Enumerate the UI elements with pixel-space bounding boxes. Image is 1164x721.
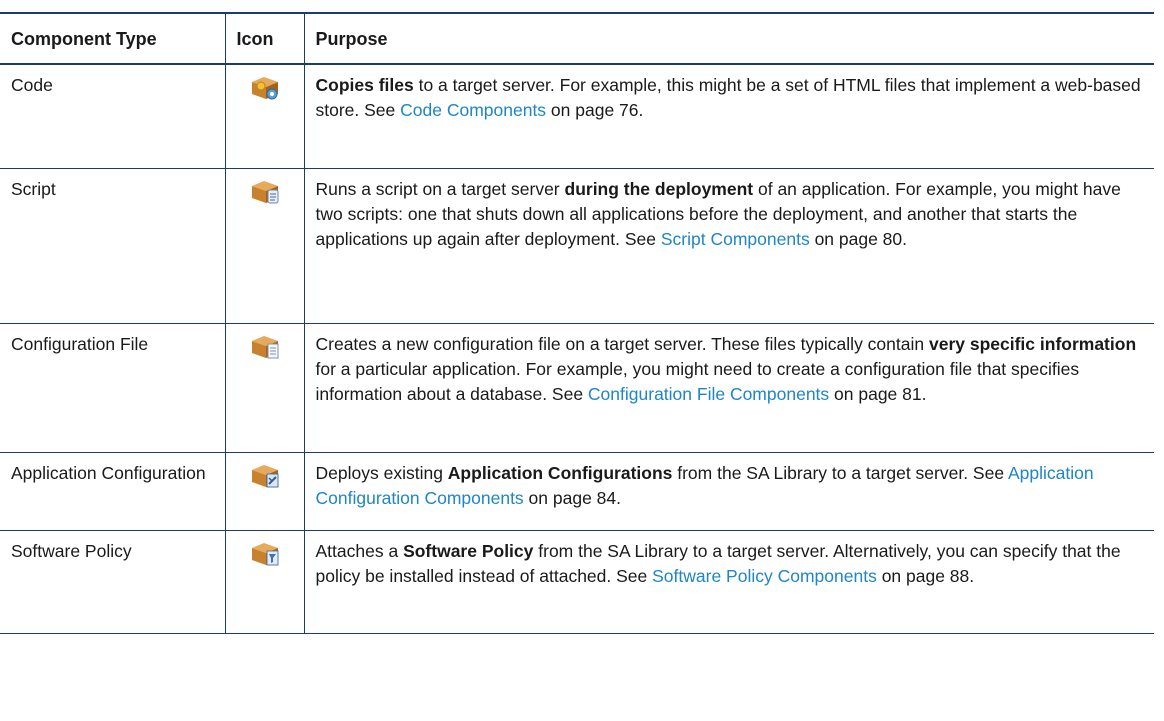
purpose-cell: Creates a new configuration file on a ta… xyxy=(303,322,1154,453)
purpose-text: on page 84. xyxy=(523,487,621,508)
table-row: Code Copies files to a target server. Fo… xyxy=(0,63,1154,169)
purpose-bold: Copies files xyxy=(315,75,414,95)
table-row: Application Configuration Deploys existi… xyxy=(0,451,1154,531)
script-component-icon xyxy=(249,177,281,207)
purpose-cell: Attaches a Software Policy from the SA L… xyxy=(303,529,1154,634)
component-type-cell: Code xyxy=(0,63,226,169)
component-type-cell: Software Policy xyxy=(0,529,226,634)
application-configuration-component-icon xyxy=(249,461,281,491)
purpose-cell: Runs a script on a target server during … xyxy=(303,167,1154,324)
software-policy-components-link[interactable]: Software Policy Components xyxy=(652,566,877,586)
purpose-text: Runs a script on a target server xyxy=(315,178,565,199)
purpose-text: on page 80. xyxy=(809,228,908,249)
table-header-row: Component Type Icon Purpose xyxy=(0,12,1154,65)
header-icon: Icon xyxy=(224,12,305,65)
component-type-cell: Script xyxy=(0,167,226,324)
purpose-bold: during the deployment xyxy=(564,178,754,199)
purpose-text: on page 76. xyxy=(546,100,644,120)
table-row: Software Policy Attaches a Software Poli… xyxy=(0,529,1154,634)
purpose-cell: Deploys existing Application Configurati… xyxy=(303,451,1154,531)
script-components-link[interactable]: Script Components xyxy=(661,229,810,249)
purpose-text: on page 88. xyxy=(876,565,975,586)
purpose-text: Attaches a xyxy=(315,540,404,561)
purpose-cell: Copies files to a target server. For exa… xyxy=(303,63,1154,169)
component-type-cell: Application Configuration xyxy=(0,451,226,531)
purpose-text: from the SA Library to a target server. … xyxy=(672,462,1008,483)
table-row: Configuration File Creates a new configu… xyxy=(0,322,1154,453)
code-component-icon xyxy=(249,73,281,103)
component-type-cell: Configuration File xyxy=(0,322,226,453)
purpose-text: Deploys existing xyxy=(315,462,448,483)
table-row: Script Runs a script on a target server … xyxy=(0,167,1154,324)
configuration-file-components-link[interactable]: Configuration File Components xyxy=(588,384,829,404)
header-purpose: Purpose xyxy=(303,12,1154,65)
code-components-link[interactable]: Code Components xyxy=(400,100,546,120)
header-component-type: Component Type xyxy=(0,12,226,65)
configuration-file-component-icon xyxy=(249,332,281,362)
purpose-bold: very specific information xyxy=(928,333,1137,354)
purpose-bold: Application Configurations xyxy=(447,462,673,483)
purpose-text: Creates a new configuration file on a ta… xyxy=(315,333,929,354)
purpose-text: on page 81. xyxy=(829,383,927,404)
software-policy-component-icon xyxy=(249,539,281,569)
component-types-table: Component Type Icon Purpose Code Copies … xyxy=(0,12,1154,634)
purpose-bold: Software Policy xyxy=(403,540,534,561)
